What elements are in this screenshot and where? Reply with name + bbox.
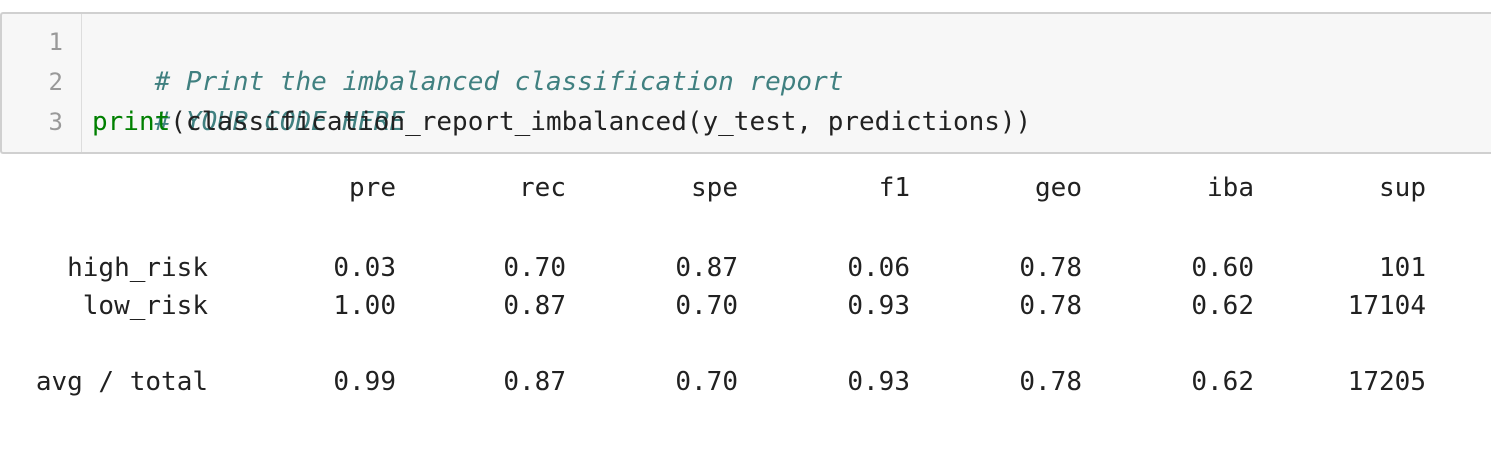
value-iba: 0.60 [1191,253,1254,283]
value-spe: 0.70 [675,291,738,321]
header-f1: f1 [878,173,910,203]
value-rec: 0.70 [503,253,566,283]
value-sup: 17205 [1347,367,1426,397]
code-line-3[interactable]: print(classification_report_imbalanced(y… [92,102,1031,142]
line-number-gutter: 1 2 3 [2,14,82,152]
value-spe: 0.70 [675,367,738,397]
value-iba: 0.62 [1191,367,1254,397]
value-pre: 0.03 [333,253,396,283]
header-geo: geo [1035,173,1082,203]
print-arguments: (classification_report_imbalanced(y_test… [170,107,1032,137]
value-f1: 0.93 [847,291,910,321]
value-f1: 0.06 [847,253,910,283]
value-f1: 0.93 [847,367,910,397]
row-label: high_risk [67,253,208,283]
cell-output: pre rec spe f1 geo iba sup high_risk 0.0… [0,164,1491,454]
value-geo: 0.78 [1019,367,1082,397]
row-label: avg / total [35,367,208,397]
line-number: 1 [48,28,63,56]
header-iba: iba [1207,173,1254,203]
header-pre: pre [349,173,396,203]
value-geo: 0.78 [1019,291,1082,321]
print-keyword: print [92,107,171,137]
line-number: 2 [48,68,63,96]
value-rec: 0.87 [503,367,566,397]
code-input-cell[interactable]: 1 2 3 # Print the imbalanced classificat… [0,12,1491,154]
value-rec: 0.87 [503,291,566,321]
header-rec: rec [519,173,566,203]
value-iba: 0.62 [1191,291,1254,321]
value-geo: 0.78 [1019,253,1082,283]
header-spe: spe [691,173,738,203]
row-label: low_risk [82,291,208,321]
value-pre: 1.00 [333,291,396,321]
header-sup: sup [1379,173,1426,203]
value-pre: 0.99 [333,367,396,397]
line-number: 3 [48,108,63,136]
value-sup: 101 [1379,253,1426,283]
value-spe: 0.87 [675,253,738,283]
value-sup: 17104 [1347,291,1426,321]
